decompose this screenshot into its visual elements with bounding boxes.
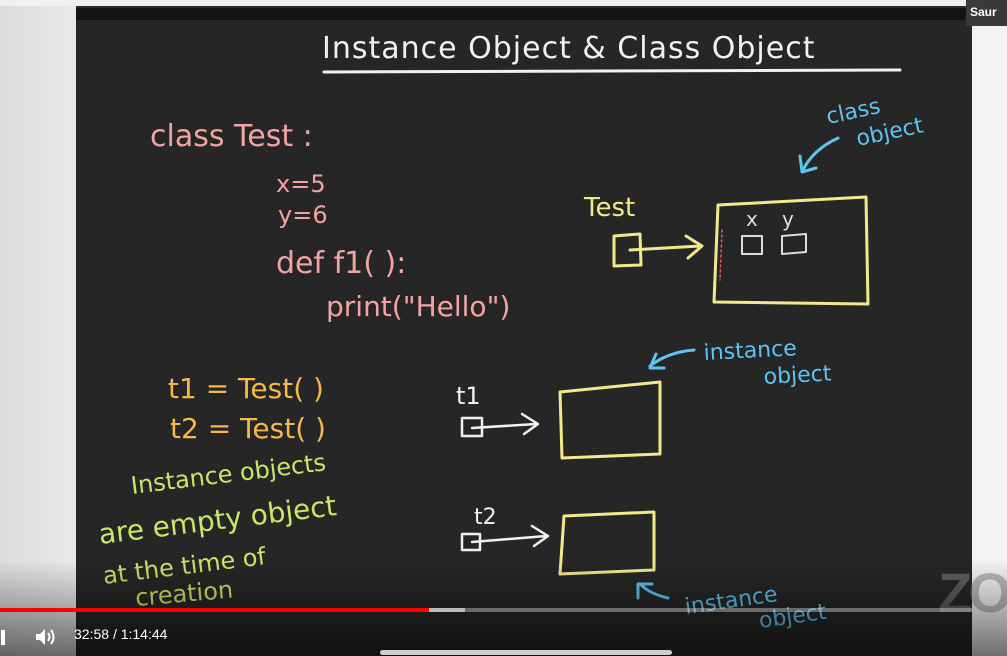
time-separator: / — [112, 626, 117, 642]
instance-pointer-a — [648, 348, 696, 370]
title-underline — [322, 68, 902, 74]
volume-icon — [36, 629, 55, 645]
whiteboard-drawing: Instance Object & Class Object class Tes… — [97, 31, 926, 634]
class-object-pointer — [798, 136, 840, 174]
note-line-1: Instance objects — [129, 448, 327, 500]
duration: 1:14:44 — [120, 626, 168, 642]
time-display: 32:58 / 1:14:44 — [74, 626, 167, 642]
test-reference-label: Test — [583, 193, 635, 223]
board-title: Instance Object & Class Object — [322, 31, 815, 66]
t1-label: t1 — [456, 382, 481, 410]
code-def-line: def f1( ): — [276, 246, 406, 281]
pause-button[interactable] — [0, 626, 10, 648]
code-y-line: y=6 — [278, 201, 328, 229]
attr-x-box — [741, 235, 763, 255]
instance-label-a-2: object — [763, 361, 832, 390]
t1-instance-box — [558, 380, 662, 460]
progress-bar[interactable] — [0, 608, 972, 612]
current-time: 32:58 — [74, 626, 110, 642]
t2-label: t2 — [474, 505, 497, 530]
code-x-line: x=5 — [276, 170, 326, 198]
class-object-inner-bracket — [719, 229, 723, 281]
attr-y-box — [781, 233, 807, 255]
assign-t2: t2 = Test( ) — [170, 412, 326, 445]
code-class-line: class Test : — [150, 119, 313, 154]
horizontal-scrollbar[interactable] — [380, 650, 672, 655]
assign-t1: t1 = Test( ) — [168, 372, 324, 405]
attr-x-label: x — [746, 207, 758, 231]
attr-y-label: y — [782, 207, 794, 231]
code-print-line: print("Hello") — [326, 290, 510, 323]
volume-button[interactable] — [32, 626, 58, 648]
player-controls: 32:58 / 1:14:44 — [0, 620, 972, 654]
instance-label-a-1: instance — [703, 336, 797, 366]
progress-played — [0, 608, 429, 612]
